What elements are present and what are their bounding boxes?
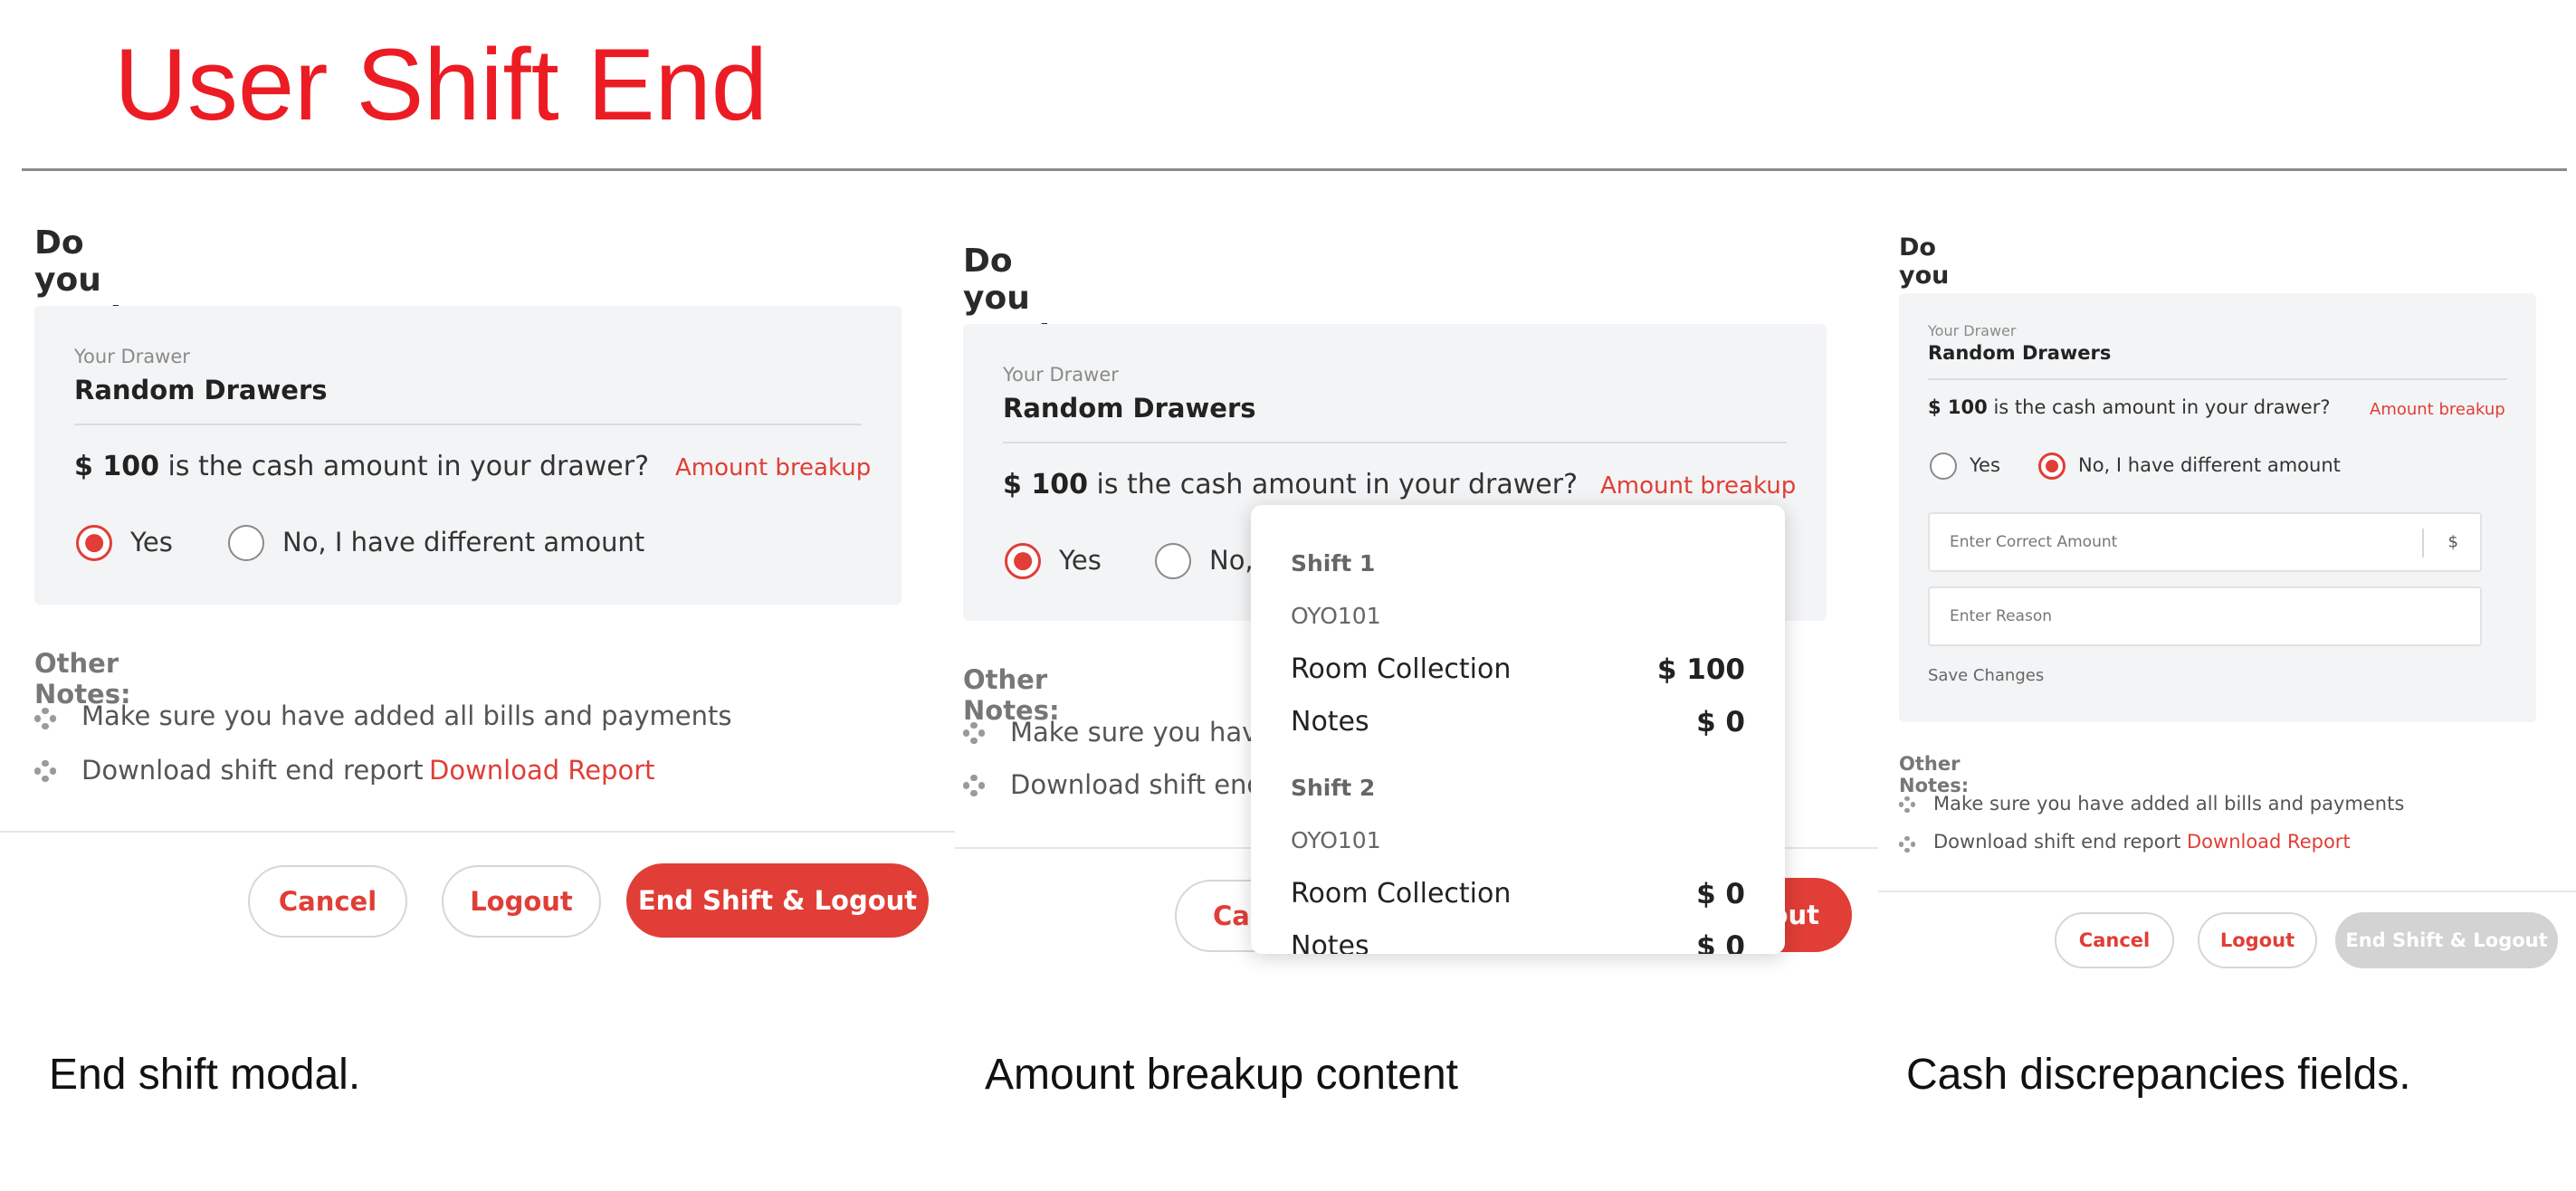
- amount-breakup-popover: Shift 1 OYO101 Room Collection $ 100 Not…: [1251, 505, 1785, 954]
- no-different-label: No,: [1209, 545, 1254, 576]
- cash-text: is the cash amount in your drawer?: [1993, 396, 2331, 418]
- bullet-icon: [1899, 836, 1915, 853]
- row-value: $ 100: [1656, 653, 1745, 686]
- separator: [2422, 529, 2424, 557]
- cash-amount: $ 100: [1928, 396, 1988, 418]
- divider: [74, 424, 862, 425]
- drawer-label: Your Drawer: [1003, 364, 1119, 386]
- shift-title: Shift 1: [1291, 550, 1376, 576]
- divider: [1928, 378, 2507, 380]
- note-bills: Make sure you have: [1010, 717, 1274, 748]
- drawer-name: Random Drawers: [1928, 342, 2112, 364]
- row-label: Room Collection: [1291, 653, 1512, 685]
- reason-placeholder: Enter Reason: [1950, 607, 2052, 625]
- amount-breakup-link[interactable]: Amount breakup: [675, 454, 871, 481]
- drawer-box: Your Drawer Random Drawers $ 100 is the …: [34, 306, 902, 605]
- row-label: Notes: [1291, 706, 1369, 738]
- download-report-link[interactable]: Download Report: [429, 755, 655, 786]
- row-label: Notes: [1291, 930, 1369, 954]
- cash-question: $ 100 is the cash amount in your drawer?: [1928, 396, 2331, 418]
- shift-title: Shift 2: [1291, 775, 1376, 801]
- no-different-label: No, I have different amount: [2078, 454, 2341, 476]
- bullet-icon: [34, 760, 56, 782]
- caption-cash-discrepancies: Cash discrepancies fields.: [1906, 1051, 2411, 1099]
- bullet-icon: [34, 708, 56, 729]
- note-report: Download shift end: [1010, 769, 1264, 800]
- yes-label: Yes: [1059, 545, 1102, 576]
- reason-field[interactable]: Enter Reason: [1928, 586, 2482, 646]
- row-value: $ 0: [1696, 930, 1745, 954]
- footer-divider: [0, 831, 955, 833]
- bullet-icon: [1899, 796, 1915, 813]
- end-shift-logout-button[interactable]: End Shift & Logout: [626, 863, 929, 938]
- cancel-button[interactable]: Cancel: [2055, 912, 2174, 968]
- shift-code: OYO101: [1291, 827, 1381, 853]
- note-report: Download shift end report: [1933, 831, 2181, 853]
- cash-text: is the cash amount in your drawer?: [167, 451, 650, 482]
- no-different-radio[interactable]: [1155, 543, 1191, 579]
- cancel-button[interactable]: Cancel: [248, 865, 407, 938]
- bullet-icon: [963, 722, 985, 744]
- cash-text: is the cash amount in your drawer?: [1096, 469, 1579, 500]
- save-changes-link[interactable]: Save Changes: [1928, 666, 2044, 685]
- yes-label: Yes: [130, 527, 173, 557]
- shift-code: OYO101: [1291, 603, 1381, 629]
- row-label: Room Collection: [1291, 878, 1512, 910]
- logout-button[interactable]: Logout: [2198, 912, 2317, 968]
- no-different-radio[interactable]: [228, 525, 264, 561]
- note-report: Download shift end report: [81, 755, 424, 786]
- bullet-icon: [963, 775, 985, 796]
- page-title: User Shift End: [114, 28, 768, 141]
- drawer-label: Your Drawer: [1928, 322, 2017, 339]
- no-different-label: No, I have different amount: [282, 527, 645, 557]
- title-divider: [22, 168, 2567, 171]
- currency-label: $: [2447, 532, 2458, 552]
- row-value: $ 0: [1696, 878, 1745, 910]
- no-different-radio[interactable]: [2038, 453, 2066, 480]
- cash-question: $ 100 is the cash amount in your drawer?: [74, 451, 649, 482]
- drawer-name: Random Drawers: [74, 375, 328, 405]
- yes-label: Yes: [1970, 454, 2000, 476]
- row-value: $ 0: [1696, 706, 1745, 738]
- caption-end-shift-modal: End shift modal.: [49, 1051, 361, 1099]
- drawer-box: Your Drawer Random Drawers $ 100 is the …: [1899, 293, 2536, 722]
- note-bills: Make sure you have added all bills and p…: [81, 700, 732, 731]
- amount-breakup-link[interactable]: Amount breakup: [1600, 472, 1796, 500]
- end-shift-logout-button: End Shift & Logout: [2335, 912, 2558, 968]
- divider: [1003, 442, 1787, 443]
- correct-amount-field[interactable]: Enter Correct Amount $: [1928, 512, 2482, 572]
- download-report-link[interactable]: Download Report: [2187, 831, 2351, 853]
- yes-radio[interactable]: [76, 525, 112, 561]
- caption-amount-breakup: Amount breakup content: [985, 1051, 1459, 1099]
- cash-amount: $ 100: [74, 451, 159, 482]
- yes-radio[interactable]: [1005, 543, 1041, 579]
- drawer-label: Your Drawer: [74, 346, 190, 367]
- yes-radio[interactable]: [1930, 453, 1957, 480]
- other-notes-heading: Other Notes:: [1899, 753, 1970, 796]
- logout-button[interactable]: Logout: [442, 865, 601, 938]
- drawer-name: Random Drawers: [1003, 393, 1256, 424]
- cash-amount: $ 100: [1003, 469, 1088, 500]
- amount-breakup-link[interactable]: Amount breakup: [2370, 400, 2505, 419]
- note-bills: Make sure you have added all bills and p…: [1933, 793, 2405, 815]
- footer-divider: [1878, 891, 2576, 892]
- cash-question: $ 100 is the cash amount in your drawer?: [1003, 469, 1578, 500]
- correct-amount-placeholder: Enter Correct Amount: [1950, 533, 2118, 551]
